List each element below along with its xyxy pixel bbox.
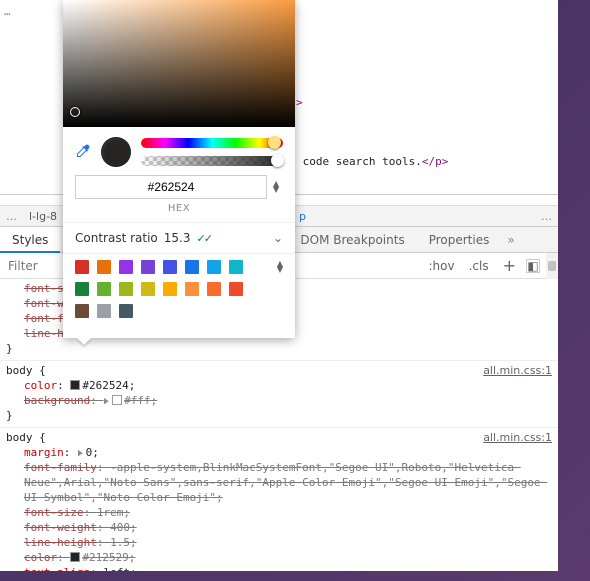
scroll-thumb[interactable] <box>548 261 556 271</box>
prop-value[interactable]: left <box>103 566 130 571</box>
palette-switcher[interactable]: ▲▼ <box>277 261 283 273</box>
source-link[interactable]: all.min.css:1 <box>483 363 552 378</box>
alpha-slider[interactable] <box>141 156 283 166</box>
prop-value[interactable]: 1.5 <box>110 536 130 549</box>
closing-tag-p[interactable]: </p> <box>422 155 449 168</box>
tab-styles[interactable]: Styles <box>0 227 60 253</box>
style-rule[interactable]: all.min.css:1 body { color: #262524; bac… <box>0 361 558 428</box>
tag-close-angle[interactable]: > <box>296 96 303 109</box>
palette-swatch[interactable] <box>75 304 89 318</box>
contrast-value: 15.3 <box>164 231 191 245</box>
prop-name[interactable]: margin <box>24 446 64 459</box>
contrast-pass-icon: ✓✓ <box>196 232 210 245</box>
eyedropper-icon[interactable] <box>75 143 91 162</box>
cls-toggle[interactable]: .cls <box>465 257 493 275</box>
color-palette: ▲▼ <box>63 254 295 338</box>
palette-swatch[interactable] <box>97 304 111 318</box>
prop-name[interactable]: color <box>24 379 57 392</box>
prop-name[interactable]: line-height <box>24 536 97 549</box>
prop-name[interactable]: font-family <box>24 461 97 474</box>
current-color-swatch <box>101 137 131 167</box>
source-link[interactable]: all.min.css:1 <box>483 430 552 445</box>
tab-dom-breakpoints[interactable]: DOM Breakpoints <box>288 227 416 253</box>
palette-swatch[interactable] <box>119 260 133 274</box>
palette-swatch[interactable] <box>97 282 111 296</box>
palette-swatch[interactable] <box>207 282 221 296</box>
breadcrumb-overflow-left[interactable]: … <box>0 210 23 223</box>
hex-input[interactable] <box>75 175 267 199</box>
contrast-label: Contrast ratio <box>75 231 158 245</box>
prop-name[interactable]: font-weight <box>24 521 97 534</box>
prop-name[interactable]: font-size <box>24 506 84 519</box>
text-node[interactable]: code search tools. <box>296 155 422 168</box>
prop-value[interactable]: 1rem <box>97 506 124 519</box>
palette-swatch[interactable] <box>141 260 155 274</box>
selector[interactable]: body <box>6 364 33 377</box>
palette-swatch[interactable] <box>229 260 243 274</box>
new-rule-button[interactable]: + <box>499 258 520 274</box>
chevron-down-icon[interactable]: ⌄ <box>273 231 283 245</box>
slider-thumb[interactable] <box>271 154 284 167</box>
hov-toggle[interactable]: :hov <box>425 257 459 275</box>
format-switcher[interactable]: ▲▼ <box>273 181 283 193</box>
devtools-panel: … ▸<P></P> == $0 > code search tools.</p… <box>0 0 558 571</box>
color-swatch[interactable] <box>70 552 80 562</box>
palette-swatch[interactable] <box>207 260 221 274</box>
spectrum-field[interactable] <box>63 0 295 127</box>
slider-thumb[interactable] <box>268 136 281 149</box>
hue-slider[interactable] <box>141 138 283 148</box>
palette-swatch[interactable] <box>75 260 89 274</box>
palette-swatch[interactable] <box>229 282 243 296</box>
selector[interactable]: body <box>6 431 33 444</box>
prop-value[interactable]: #262524 <box>82 379 128 392</box>
color-format-label: HEX <box>63 203 295 222</box>
palette-swatch[interactable] <box>119 282 133 296</box>
color-picker: ▲▼ HEX Contrast ratio 15.3 ✓✓ ⌄ ▲▼ <box>63 0 295 338</box>
tabs-overflow-icon[interactable]: » <box>507 233 514 247</box>
prop-value[interactable]: #212529 <box>82 551 128 564</box>
palette-swatch[interactable] <box>163 282 177 296</box>
palette-swatch[interactable] <box>185 260 199 274</box>
color-swatch[interactable] <box>70 380 80 390</box>
prop-name[interactable]: text-align <box>24 566 90 571</box>
palette-swatch[interactable] <box>163 260 177 274</box>
palette-swatch[interactable] <box>141 282 155 296</box>
prop-name[interactable]: background <box>24 394 90 407</box>
palette-swatch[interactable] <box>185 282 199 296</box>
color-swatch[interactable] <box>112 395 122 405</box>
palette-swatch[interactable] <box>119 304 133 318</box>
breadcrumb-item[interactable]: l-lg-8 <box>23 210 63 223</box>
prop-value[interactable]: 400 <box>110 521 130 534</box>
tab-properties[interactable]: Properties <box>417 227 502 253</box>
breadcrumb-overflow-right[interactable]: … <box>535 210 558 223</box>
prop-value[interactable]: #fff <box>124 394 151 407</box>
palette-swatch[interactable] <box>97 260 111 274</box>
spectrum-cursor[interactable] <box>70 107 80 117</box>
prop-name[interactable]: color <box>24 551 57 564</box>
breadcrumb-item-selected[interactable]: p <box>293 210 312 223</box>
style-rule[interactable]: all.min.css:1 body { margin: ▶0; font-fa… <box>0 428 558 571</box>
styles-filter-input[interactable] <box>0 259 60 273</box>
computed-panel-toggle-icon[interactable]: ◧ <box>526 259 540 273</box>
contrast-ratio-row[interactable]: Contrast ratio 15.3 ✓✓ ⌄ <box>63 223 295 253</box>
palette-swatch[interactable] <box>75 282 89 296</box>
